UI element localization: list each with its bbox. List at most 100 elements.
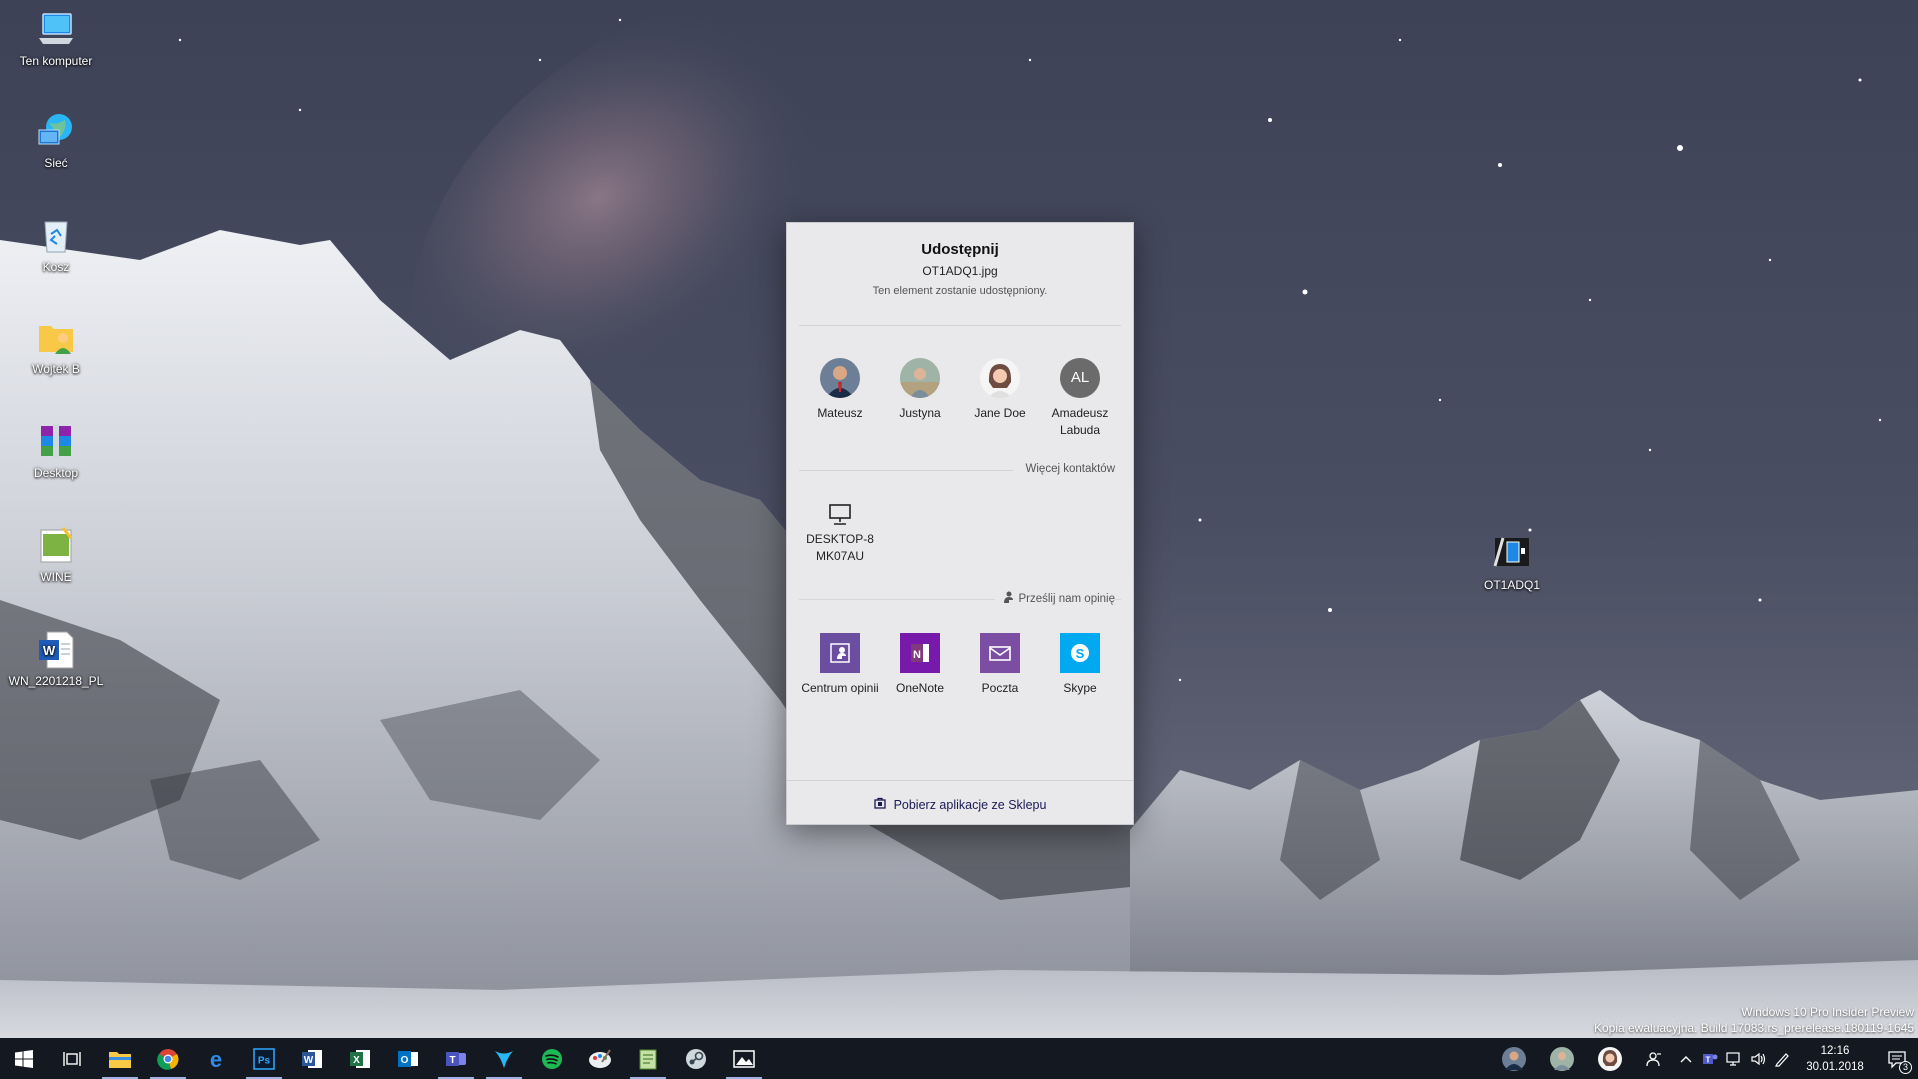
desktop-icon-image-file[interactable]: OT1ADQ1: [1462, 532, 1562, 592]
taskbar-file-explorer[interactable]: [96, 1038, 144, 1079]
desktop-icon-label: WINE: [40, 570, 72, 584]
photos-icon: [733, 1049, 755, 1068]
share-app-skype[interactable]: S Skype: [1040, 633, 1120, 697]
desktop-icon-user-folder[interactable]: Wojtek B: [6, 316, 106, 376]
steam-icon: [686, 1048, 706, 1069]
divider: [787, 780, 1133, 781]
more-contacts-link[interactable]: Więcej kontaktów: [1017, 463, 1115, 475]
taskbar-photoshop[interactable]: Ps: [240, 1038, 288, 1079]
taskbar-notepad[interactable]: [624, 1038, 672, 1079]
system-tray: T 12:16 30.01.2018 3: [1490, 1038, 1918, 1079]
device-name: DESKTOP-8 MK07AU: [806, 532, 874, 563]
taskbar-outlook[interactable]: O: [384, 1038, 432, 1079]
taskbar-photos[interactable]: [720, 1038, 768, 1079]
people-contact-mateusz[interactable]: [1490, 1038, 1538, 1079]
taskbar-paint[interactable]: [576, 1038, 624, 1079]
action-center-button[interactable]: 3: [1876, 1038, 1918, 1079]
contact-mateusz[interactable]: Mateusz: [800, 358, 880, 422]
desktop-icon-label: Wojtek B: [32, 362, 80, 376]
notepad-icon: [639, 1049, 657, 1069]
desktop-icon-this-pc[interactable]: Ten komputer: [6, 8, 106, 68]
start-icon: [15, 1049, 33, 1068]
get-apps-from-store-link[interactable]: Pobierz aplikacje ze Sklepu: [787, 797, 1133, 812]
contact-name: Jane Doe: [974, 406, 1026, 420]
task-view-icon: [63, 1051, 81, 1066]
taskbar-teams[interactable]: T: [432, 1038, 480, 1079]
build-watermark: Windows 10 Pro Insider Preview Kopia ewa…: [1594, 1004, 1914, 1036]
people-contact-justyna[interactable]: [1538, 1038, 1586, 1079]
svg-text:T: T: [449, 1055, 455, 1066]
people-button[interactable]: [1634, 1038, 1674, 1079]
divider: [799, 470, 1013, 471]
share-app-feedback-hub[interactable]: Centrum opinii: [800, 633, 880, 697]
desktop-icon-label: Sieć: [44, 156, 68, 170]
avatar: [900, 358, 940, 398]
share-app-mail[interactable]: Poczta: [960, 633, 1040, 697]
contact-amadeusz-labuda[interactable]: AL Amadeusz Labuda: [1040, 358, 1120, 439]
send-feedback-link[interactable]: Prześlij nam opinię: [995, 591, 1115, 606]
taskbar-edge[interactable]: e: [192, 1038, 240, 1079]
nearby-device[interactable]: DESKTOP-8 MK07AU: [800, 503, 880, 565]
teams-tray-icon: T: [1703, 1053, 1718, 1064]
share-subtitle: Ten element zostanie udostępniony.: [872, 285, 1048, 297]
app-name: Poczta: [981, 681, 1019, 695]
start-button[interactable]: [0, 1038, 48, 1079]
svg-text:N: N: [913, 649, 921, 661]
taskbar-spotify[interactable]: [528, 1038, 576, 1079]
desktop-icon-label: Ten komputer: [19, 54, 93, 68]
network-icon: [35, 110, 77, 152]
recycle-bin-icon: [35, 214, 77, 256]
tray-network[interactable]: [1722, 1038, 1746, 1079]
desktop-icon-label: OT1ADQ1: [1483, 578, 1540, 592]
image-file-icon: [1491, 532, 1533, 574]
app-name: Centrum opinii: [801, 681, 879, 695]
volume-icon: [1751, 1052, 1766, 1065]
word-icon: W: [302, 1049, 322, 1068]
contact-name: Mateusz: [817, 406, 863, 420]
edge-icon: e: [210, 1048, 222, 1070]
desktop-icon-word-document[interactable]: W WN_2201218_PL: [6, 628, 106, 688]
contact-jane-doe[interactable]: Jane Doe: [960, 358, 1040, 422]
svg-text:T: T: [1706, 1055, 1711, 1064]
taskbar-kite[interactable]: [480, 1038, 528, 1079]
taskbar: e Ps W X O T T 12:16 30.01.2018 3: [0, 1038, 1918, 1079]
desktop-icon-network[interactable]: Sieć: [6, 110, 106, 170]
share-filename: OT1ADQ1.jpg: [922, 264, 998, 278]
skype-icon: S: [1060, 633, 1100, 673]
taskbar-steam[interactable]: [672, 1038, 720, 1079]
svg-text:O: O: [401, 1055, 409, 1066]
desktop-icon-label: Kosz: [42, 260, 70, 274]
avatar: [1550, 1046, 1574, 1071]
tray-teams[interactable]: T: [1698, 1038, 1722, 1079]
tray-volume[interactable]: [1746, 1038, 1770, 1079]
show-hidden-icons-button[interactable]: [1674, 1038, 1698, 1079]
wine-image-icon: [35, 524, 77, 566]
feedback-hub-icon: [820, 633, 860, 673]
app-name: Skype: [1063, 681, 1097, 695]
desktop-icon-wine[interactable]: WINE: [6, 524, 106, 584]
store-icon: [873, 797, 886, 812]
desktop-icon-archive[interactable]: Desktop: [6, 420, 106, 480]
monitor-icon: [827, 503, 853, 527]
desktop-icon-recycle-bin[interactable]: Kosz: [6, 214, 106, 274]
watermark-line-1: Windows 10 Pro Insider Preview: [1741, 1005, 1914, 1019]
taskbar-word[interactable]: W: [288, 1038, 336, 1079]
taskbar-clock[interactable]: 12:16 30.01.2018: [1794, 1043, 1876, 1075]
svg-text:W: W: [304, 1055, 314, 1066]
svg-text:e: e: [210, 1048, 222, 1070]
onenote-icon: N: [900, 633, 940, 673]
task-view-button[interactable]: [48, 1038, 96, 1079]
file-explorer-icon: [109, 1051, 131, 1068]
share-app-onenote[interactable]: N OneNote: [880, 633, 960, 697]
tray-pen-workspace[interactable]: [1770, 1038, 1794, 1079]
computer-icon: [35, 8, 77, 50]
taskbar-excel[interactable]: X: [336, 1038, 384, 1079]
mail-icon: [980, 633, 1020, 673]
people-contact-jane-doe[interactable]: [1586, 1038, 1634, 1079]
pen-icon: [1775, 1052, 1789, 1067]
paint-icon: [589, 1048, 611, 1068]
avatar-initials: AL: [1060, 358, 1100, 398]
contact-justyna[interactable]: Justyna: [880, 358, 960, 422]
taskbar-chrome[interactable]: [144, 1038, 192, 1079]
outlook-icon: O: [398, 1050, 418, 1067]
